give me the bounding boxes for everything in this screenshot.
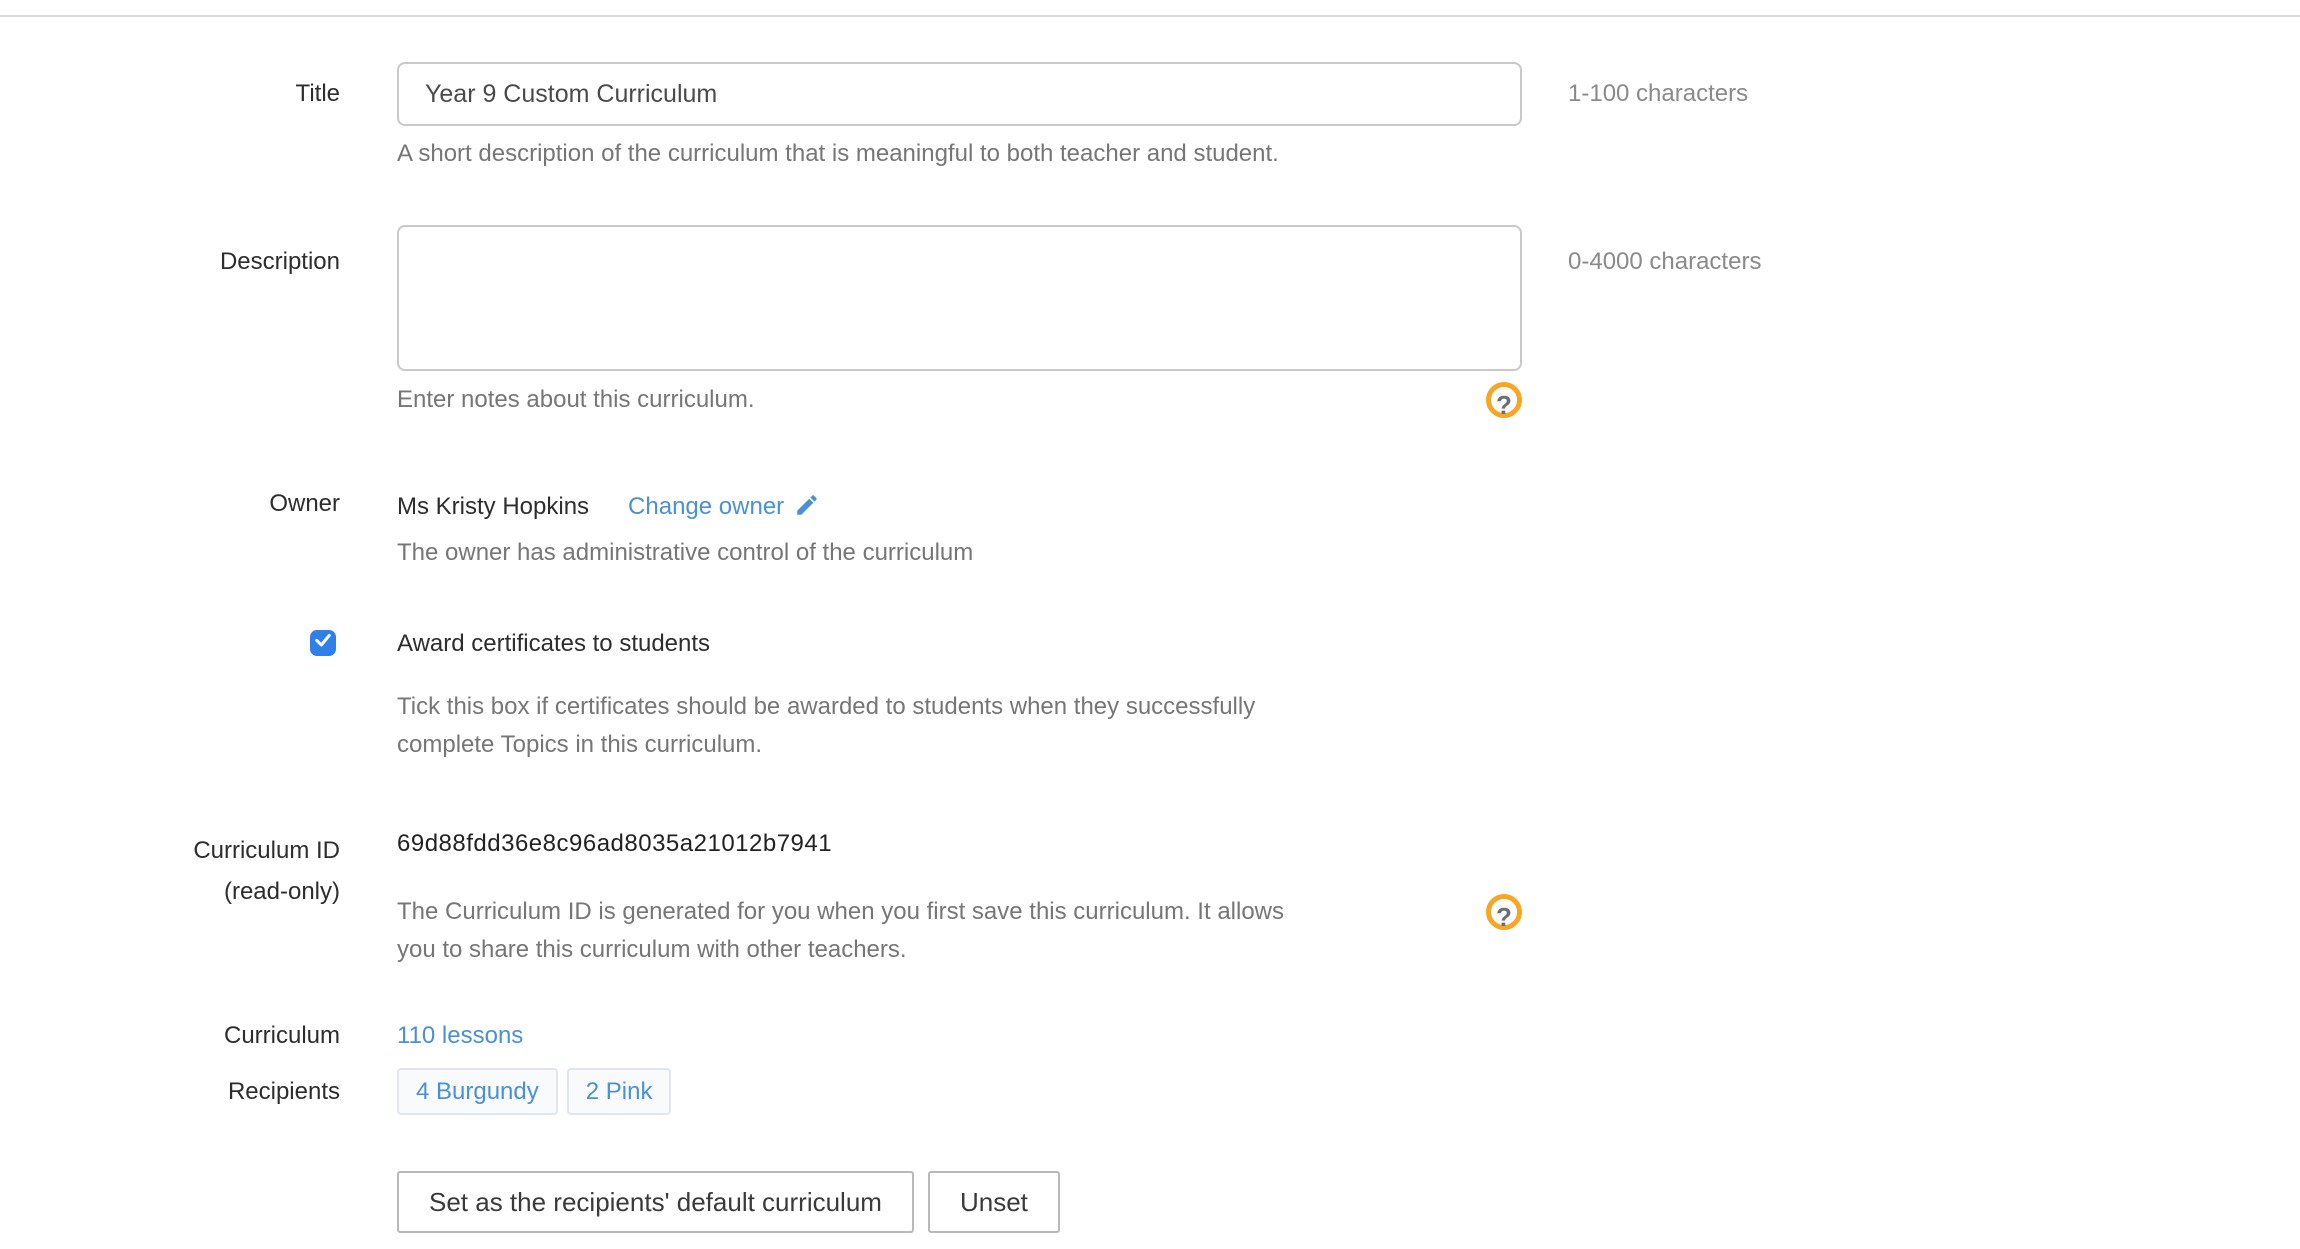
pencil-icon [794, 492, 820, 525]
certificates-row: Award certificates to students [0, 630, 710, 658]
title-hint: 1-100 characters [1568, 80, 1748, 108]
curriculum-settings-form: Title 1-100 characters A short descripti… [0, 0, 2300, 1249]
owner-label: Owner [0, 490, 340, 523]
recipients-label-line2: Recipients [0, 1068, 340, 1115]
change-owner-label: Change owner [628, 493, 784, 521]
description-label: Description [0, 225, 340, 371]
description-hint: 0-4000 characters [1568, 225, 1761, 276]
owner-row: Owner Ms Kristy Hopkins Change owner [0, 490, 820, 523]
title-label: Title [0, 62, 340, 126]
description-row: Description 0-4000 characters [0, 225, 1761, 371]
lessons-link[interactable]: 110 lessons [397, 1022, 523, 1049]
title-row: Title 1-100 characters [0, 62, 1748, 126]
change-owner-link[interactable]: Change owner [628, 490, 820, 523]
description-help-row: Enter notes about this curriculum. ? [397, 386, 1522, 414]
recipients-label-line1: Curriculum [0, 1022, 340, 1050]
award-certificates-checkbox[interactable] [310, 630, 336, 656]
top-divider [0, 15, 2300, 17]
owner-help-text: The owner has administrative control of … [397, 539, 973, 567]
owner-name: Ms Kristy Hopkins [397, 493, 589, 521]
recipient-badge[interactable]: 4 Burgundy [397, 1068, 558, 1115]
curriculum-id-help-line2: you to share this curriculum with other … [397, 931, 1522, 969]
description-textarea[interactable] [397, 225, 1522, 371]
unset-button[interactable]: Unset [928, 1171, 1060, 1233]
curriculum-id-label-line2: (read-only) [0, 871, 340, 912]
check-icon [313, 629, 333, 657]
title-input[interactable] [397, 62, 1522, 126]
curriculum-id-label: Curriculum ID (read-only) [0, 830, 340, 912]
curriculum-lessons-row: Curriculum 110 lessons [0, 1022, 523, 1050]
certificates-help-line1: Tick this box if certificates should be … [397, 688, 1255, 726]
curriculum-id-help-text: The Curriculum ID is generated for you w… [397, 893, 1522, 969]
description-help-text: Enter notes about this curriculum. [397, 386, 1522, 414]
award-certificates-label: Award certificates to students [397, 630, 710, 658]
curriculum-id-help-line1: The Curriculum ID is generated for you w… [397, 893, 1522, 931]
help-icon[interactable]: ? [1486, 894, 1522, 930]
title-help-text: A short description of the curriculum th… [397, 140, 1279, 168]
certificates-help-line2: complete Topics in this curriculum. [397, 726, 1255, 764]
curriculum-id-help-row: The Curriculum ID is generated for you w… [397, 893, 1522, 969]
recipient-badge[interactable]: 2 Pink [567, 1068, 672, 1115]
actions-row: Set as the recipients' default curriculu… [397, 1171, 1060, 1233]
curriculum-id-label-line1: Curriculum ID [0, 830, 340, 871]
recipients-row: Recipients 4 Burgundy 2 Pink [0, 1068, 671, 1115]
set-default-curriculum-button[interactable]: Set as the recipients' default curriculu… [397, 1171, 914, 1233]
certificates-help-text: Tick this box if certificates should be … [397, 688, 1255, 764]
help-icon[interactable]: ? [1486, 382, 1522, 418]
